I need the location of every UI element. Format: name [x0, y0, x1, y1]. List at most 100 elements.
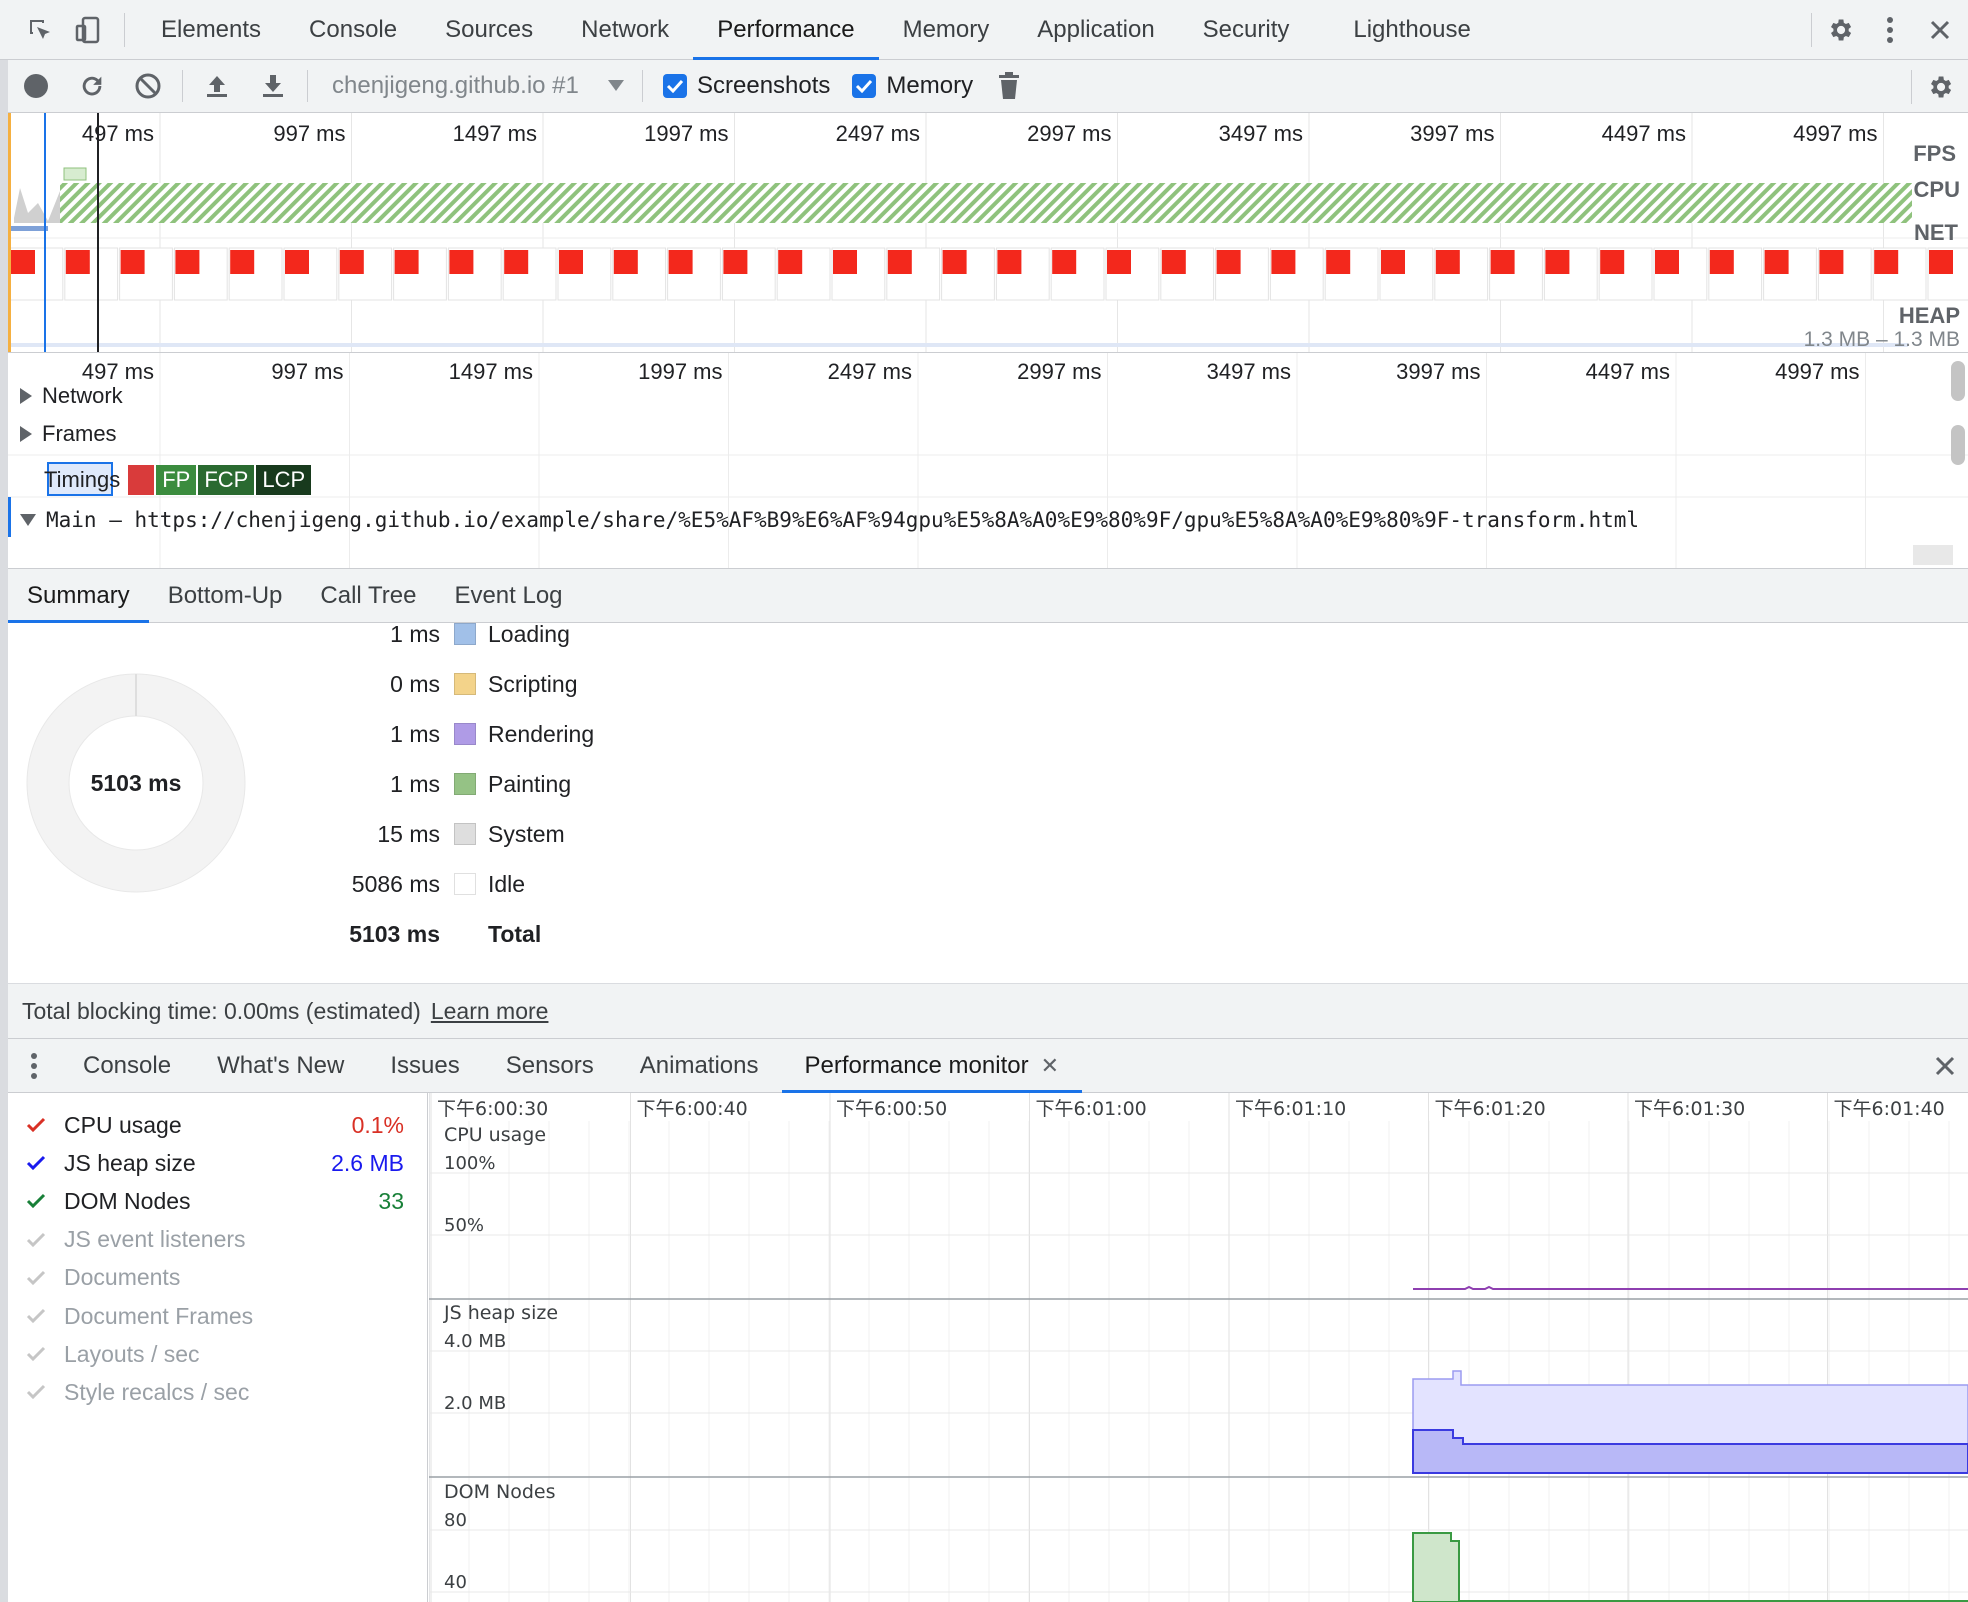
- screenshot-frame[interactable]: [502, 247, 557, 301]
- checkmark-icon[interactable]: [8, 1117, 64, 1133]
- screenshot-frame[interactable]: [1160, 247, 1215, 301]
- screenshot-frame[interactable]: [1708, 247, 1763, 301]
- drawer-tab-performance-monitor[interactable]: Performance monitor ✕: [781, 1039, 1083, 1093]
- details-tab-event-log[interactable]: Event Log: [435, 569, 581, 623]
- checkmark-icon[interactable]: [8, 1308, 64, 1324]
- screenshot-frame[interactable]: [1105, 247, 1160, 301]
- flame-chart[interactable]: 497 ms 997 ms 1497 ms 1997 ms 2497 ms 2997 ms…: [8, 353, 1968, 569]
- screenshot-frame[interactable]: [557, 247, 612, 301]
- details-tab-call-tree[interactable]: Call Tree: [301, 569, 435, 623]
- screenshot-frame[interactable]: [831, 247, 886, 301]
- screenshot-frame[interactable]: [1489, 247, 1543, 301]
- screenshot-frame[interactable]: [1598, 247, 1653, 301]
- screenshot-frame[interactable]: [1653, 247, 1708, 301]
- details-tab-summary[interactable]: Summary: [8, 569, 149, 623]
- device-toolbar-icon[interactable]: [64, 0, 112, 60]
- memory-checkbox[interactable]: Memory: [852, 72, 973, 100]
- checkmark-icon[interactable]: [8, 1270, 64, 1286]
- tab-performance[interactable]: Performance: [693, 0, 879, 60]
- timing-badge-lcp[interactable]: LCP: [256, 465, 312, 495]
- tab-network[interactable]: Network: [557, 0, 693, 60]
- screenshot-frame[interactable]: [1927, 247, 1968, 301]
- screenshot-frame[interactable]: [283, 247, 338, 301]
- checkmark-icon[interactable]: [8, 1155, 64, 1171]
- close-devtools-icon[interactable]: [1912, 0, 1968, 60]
- screenshot-frame[interactable]: [1543, 247, 1598, 301]
- screenshot-frame[interactable]: [1050, 247, 1105, 301]
- timing-badge-fp[interactable]: FP: [156, 465, 197, 495]
- screenshot-frame[interactable]: [64, 247, 119, 301]
- collapse-arrow-icon[interactable]: [20, 514, 36, 526]
- drawer-tab-sensors[interactable]: Sensors: [483, 1039, 617, 1093]
- screenshot-frame[interactable]: [1269, 247, 1324, 301]
- screenshot-frame[interactable]: [338, 247, 393, 301]
- clear-button[interactable]: [120, 60, 176, 113]
- expand-arrow-icon[interactable]: [20, 388, 32, 404]
- screenshot-frame[interactable]: [995, 247, 1050, 301]
- target-select[interactable]: chenjigeng.github.io #1: [314, 66, 636, 106]
- screenshot-frame[interactable]: [721, 247, 776, 301]
- checkmark-icon[interactable]: [8, 1232, 64, 1248]
- screenshot-frame[interactable]: [612, 247, 667, 301]
- screenshot-frame[interactable]: [393, 247, 447, 301]
- screenshot-frame[interactable]: [119, 247, 173, 301]
- drawer-tab-console[interactable]: Console: [60, 1039, 194, 1093]
- screenshot-frame[interactable]: [228, 247, 283, 301]
- screenshot-frame[interactable]: [1379, 247, 1434, 301]
- screenshot-frame[interactable]: [886, 247, 941, 301]
- checkbox-checked-icon[interactable]: [852, 74, 877, 98]
- load-profile-button[interactable]: [189, 60, 245, 113]
- checkbox-checked-icon[interactable]: [663, 74, 687, 98]
- timings-track[interactable]: Timings FP FCP LCP: [34, 464, 312, 496]
- tab-sources[interactable]: Sources: [421, 0, 557, 60]
- close-drawer-icon[interactable]: [1934, 1039, 1956, 1093]
- drawer-tab-animations[interactable]: Animations: [617, 1039, 782, 1093]
- more-options-icon[interactable]: [1868, 0, 1912, 60]
- screenshot-frame[interactable]: [447, 247, 502, 301]
- flame-scrollbar-thumb[interactable]: [1951, 425, 1965, 465]
- tab-application[interactable]: Application: [1013, 0, 1178, 60]
- flame-scrollbar-thumb[interactable]: [1951, 361, 1965, 401]
- frames-track[interactable]: Frames: [8, 419, 117, 449]
- tab-lighthouse[interactable]: Lighthouse: [1329, 0, 1494, 60]
- record-button[interactable]: [8, 60, 64, 113]
- capture-settings-gear-icon[interactable]: [1912, 60, 1968, 113]
- screenshot-frame[interactable]: [1872, 247, 1927, 301]
- screenshot-frame[interactable]: [1817, 247, 1872, 301]
- screenshot-frame[interactable]: [173, 247, 228, 301]
- timing-badge-fcp[interactable]: FCP: [198, 465, 255, 495]
- tab-console[interactable]: Console: [285, 0, 421, 60]
- metric-style-recalcs-sec[interactable]: Style recalcs / sec: [8, 1368, 428, 1416]
- screenshots-checkbox[interactable]: Screenshots: [663, 72, 830, 100]
- screenshot-frame[interactable]: [9, 247, 64, 301]
- network-track[interactable]: Network: [8, 381, 123, 411]
- screenshot-frame[interactable]: [667, 247, 721, 301]
- expand-arrow-icon[interactable]: [20, 426, 32, 442]
- drawer-tab-issues[interactable]: Issues: [367, 1039, 482, 1093]
- reload-record-button[interactable]: [64, 60, 120, 113]
- screenshot-frame[interactable]: [1324, 247, 1379, 301]
- screenshot-frame[interactable]: [1763, 247, 1817, 301]
- save-profile-button[interactable]: [245, 60, 301, 113]
- settings-gear-icon[interactable]: [1812, 0, 1868, 60]
- collect-garbage-button[interactable]: [981, 60, 1037, 113]
- drawer-tab-what-s-new[interactable]: What's New: [194, 1039, 367, 1093]
- timeline-overview[interactable]: 497 ms 997 ms 1497 ms 1997 ms 2497 ms 2997 ms…: [8, 113, 1968, 353]
- checkmark-icon[interactable]: [8, 1193, 64, 1209]
- tab-security[interactable]: Security: [1179, 0, 1314, 60]
- checkmark-icon[interactable]: [8, 1384, 64, 1400]
- main-track[interactable]: Main — https://chenjigeng.github.io/exam…: [8, 505, 1639, 535]
- drawer-menu-icon[interactable]: [8, 1039, 60, 1093]
- timing-marker[interactable]: [128, 465, 155, 495]
- inspect-element-icon[interactable]: [16, 0, 64, 60]
- screenshot-frame[interactable]: [1434, 247, 1489, 301]
- details-tab-bottom-up[interactable]: Bottom-Up: [149, 569, 302, 623]
- screenshot-frame[interactable]: [941, 247, 995, 301]
- tab-elements[interactable]: Elements: [137, 0, 285, 60]
- screenshot-frame[interactable]: [776, 247, 831, 301]
- overview-canvas[interactable]: 497 ms 997 ms 1497 ms 1997 ms 2497 ms 2997 ms…: [8, 113, 1968, 353]
- tab-memory[interactable]: Memory: [879, 0, 1014, 60]
- checkmark-icon[interactable]: [8, 1346, 64, 1362]
- close-tab-icon[interactable]: ✕: [1041, 1053, 1059, 1079]
- learn-more-link[interactable]: Learn more: [431, 998, 549, 1025]
